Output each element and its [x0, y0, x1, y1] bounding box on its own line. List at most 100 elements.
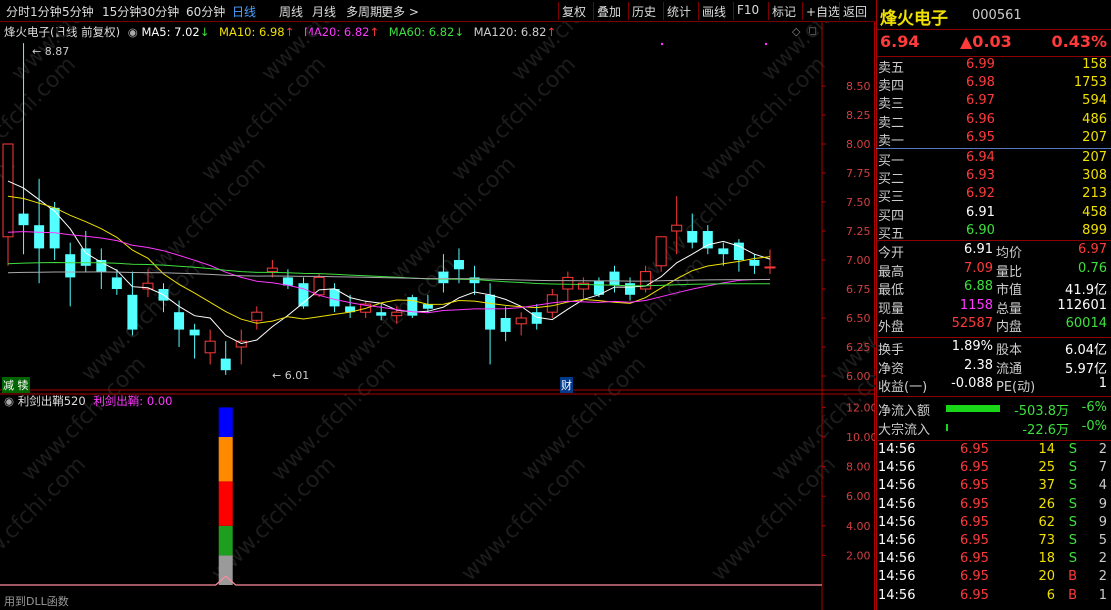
candle[interactable] — [189, 323, 200, 359]
indicator-settings-icon[interactable]: ◉ — [4, 394, 14, 408]
tick-volume: 20 — [1038, 569, 1055, 585]
toolbar-divider — [768, 2, 769, 20]
toolbar-action-8[interactable]: 返回 — [843, 3, 867, 20]
candle[interactable] — [764, 249, 776, 274]
candle[interactable] — [204, 329, 216, 365]
stat-label: 净资 — [878, 361, 905, 377]
candle[interactable] — [266, 260, 278, 278]
toolbar-divider — [839, 2, 840, 20]
candle[interactable] — [407, 294, 418, 318]
candle[interactable] — [562, 271, 574, 301]
period-tab-10[interactable]: 更多 > — [381, 3, 419, 20]
candle[interactable] — [251, 306, 263, 330]
period-tab-1[interactable]: 1分钟 — [30, 3, 62, 20]
toolbar-action-0[interactable]: 复权 — [562, 3, 586, 20]
quote-panel: 烽火电子 000561 6.94 ▲0.03 0.43% 卖五 6.99 158 卖四 6.98 1… — [876, 0, 1111, 610]
tick-side: B — [1068, 587, 1077, 603]
bid-volume: 213 — [1082, 186, 1107, 202]
candle[interactable] — [111, 269, 122, 295]
chart-area[interactable]: 烽火电子(日线 前复权) ◉ MA5: 7.02↓ MA10: 6.98↑ MA… — [0, 22, 875, 610]
toolbar-action-4[interactable]: 画线 — [702, 3, 726, 20]
tick-row: 14:56 6.95 73 S 5 — [876, 533, 1111, 551]
ask-label: 卖五 — [878, 61, 905, 76]
candlestick-chart[interactable]: www.cfchi.com www.cfchi.com www.cfchi.com w… — [0, 22, 875, 610]
candle[interactable] — [34, 178, 45, 284]
tick-time: 14:56 — [878, 442, 916, 457]
bid-volume: 458 — [1082, 204, 1107, 220]
stat-value: 52587 — [951, 316, 993, 332]
tick-price: 6.95 — [960, 514, 989, 530]
candle[interactable] — [500, 306, 511, 342]
toolbar-action-6[interactable]: 标记 — [772, 3, 796, 20]
sub-axis-label: 8.00 — [846, 461, 871, 474]
candle[interactable] — [220, 341, 231, 375]
period-tab-2[interactable]: 5分钟 — [62, 3, 94, 20]
ask-label: 卖一 — [878, 133, 905, 149]
toolbar-action-5[interactable]: F10 — [737, 3, 759, 17]
book-divider — [876, 148, 1111, 149]
panel-divider — [876, 440, 1111, 441]
candle[interactable] — [2, 143, 14, 266]
tick-price: 6.95 — [960, 478, 989, 494]
candle[interactable] — [235, 329, 247, 365]
candle[interactable] — [329, 283, 340, 313]
candle[interactable] — [749, 254, 760, 274]
candle[interactable] — [127, 271, 138, 336]
candle[interactable] — [65, 242, 76, 307]
price-axis-label: 6.50 — [846, 312, 871, 325]
bid-volume: 308 — [1082, 168, 1107, 184]
candle[interactable] — [298, 277, 309, 309]
period-tab-3[interactable]: 15分钟 — [102, 3, 141, 20]
stat-label: 量比 — [996, 264, 1023, 280]
stat-label: 现量 — [878, 301, 905, 317]
marker-finance[interactable]: 财 — [560, 377, 573, 393]
period-tab-7[interactable]: 周线 — [279, 3, 303, 20]
stat-value: 5.97亿 — [1065, 361, 1107, 377]
tick-time: 14:56 — [878, 587, 916, 603]
period-tab-9[interactable]: 多周期 — [346, 3, 382, 20]
period-toolbar: 分时 1分钟 5分钟 15分钟 30分钟 60分钟 日线 周线 月线 多周期 更多 > 复权 叠加 历史统… — [0, 0, 875, 22]
tick-volume: 26 — [1038, 496, 1055, 512]
period-tab-4[interactable]: 30分钟 — [140, 3, 179, 20]
low-price-label: ← 6.01 — [272, 369, 309, 382]
ask-volume: 594 — [1082, 93, 1107, 109]
flow-value: -503.8万 — [1014, 404, 1069, 419]
ask-row: 卖四 6.98 1753 — [876, 75, 1111, 94]
candle[interactable] — [733, 239, 744, 272]
stat-label: 均价 — [996, 246, 1023, 261]
period-tab-0[interactable]: 分时 — [6, 3, 30, 20]
candle[interactable] — [453, 248, 464, 284]
candle[interactable] — [469, 265, 480, 295]
stat-value: 6.97 — [1078, 242, 1107, 257]
candle[interactable] — [718, 242, 729, 266]
toolbar-action-3[interactable]: 统计 — [667, 3, 691, 20]
stat-value: 112601 — [1057, 297, 1107, 313]
stat-row: 收益(一) -0.088 PE(动) 1 — [876, 376, 1111, 395]
toolbar-action-2[interactable]: 历史 — [632, 3, 656, 20]
candle[interactable] — [96, 248, 107, 289]
sub-bar-segment — [218, 481, 233, 526]
price-axis-label: 6.25 — [846, 341, 871, 354]
tick-row: 14:56 6.95 20 B 2 — [876, 569, 1111, 587]
ask-volume: 207 — [1082, 129, 1107, 145]
tick-row: 14:56 6.95 25 S 7 — [876, 460, 1111, 478]
candle[interactable] — [174, 300, 185, 347]
sub-indicator-name[interactable]: 利剑出鞘520 — [18, 394, 86, 408]
price-axis-label: 8.50 — [846, 80, 871, 93]
tick-count: 9 — [1098, 496, 1107, 512]
stat-label: 今开 — [878, 246, 905, 261]
stat-row: 现量 1158 总量 112601 — [876, 297, 1111, 317]
toolbar-action-7[interactable]: +自选 — [806, 3, 840, 20]
period-tab-5[interactable]: 60分钟 — [186, 3, 225, 20]
toolbar-action-1[interactable]: 叠加 — [597, 3, 621, 20]
period-tab-8[interactable]: 月线 — [312, 3, 336, 20]
candle[interactable] — [515, 312, 527, 336]
tick-side: S — [1068, 551, 1077, 567]
sub-bar-segment — [218, 437, 233, 482]
period-tab-6[interactable]: 日线 — [232, 3, 256, 20]
sub-axis-label: 10.00 — [846, 431, 875, 444]
tick-volume: 62 — [1038, 514, 1055, 530]
sub-axis-label: 12.00 — [846, 401, 875, 414]
tick-time: 14:56 — [878, 496, 916, 512]
tick-time: 14:56 — [878, 460, 916, 476]
